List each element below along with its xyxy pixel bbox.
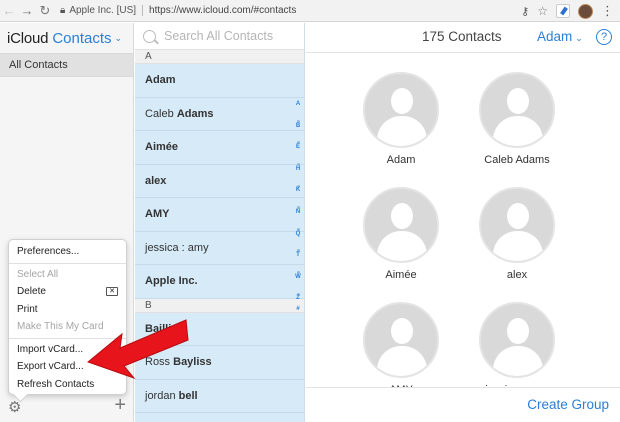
app-header: iCloud Contacts ⌄ (0, 23, 133, 53)
menu-item-print[interactable]: Print (9, 301, 126, 319)
add-icon[interactable]: + (114, 394, 126, 417)
extension-icon[interactable] (556, 4, 570, 18)
chevron-down-icon: ⌄ (575, 33, 583, 43)
contact-first-name: Aimée (145, 141, 179, 153)
menu-item-preferences[interactable]: Preferences... (9, 243, 126, 261)
contact-card-name: Caleb Adams (484, 154, 550, 166)
index-dot[interactable] (292, 218, 304, 231)
index-letter[interactable]: K (292, 185, 304, 196)
avatar-placeholder-icon (363, 187, 439, 263)
delete-key-icon: ✕ (106, 287, 118, 296)
contact-count: 175 Contacts (422, 29, 502, 44)
contact-card[interactable]: AMY (341, 302, 461, 387)
browser-actions: ⚷ ☆ ⋮ (521, 3, 614, 19)
contact-card-name: Adam (386, 154, 416, 166)
site-identity[interactable]: Apple Inc. [US] (69, 5, 136, 16)
avatar-placeholder-icon (363, 72, 439, 148)
star-icon[interactable]: ☆ (537, 4, 548, 18)
avatar-placeholder-icon (479, 187, 555, 263)
contact-first-name: Apple Inc. (145, 275, 198, 287)
contact-card-name: alex (506, 269, 528, 281)
browser-toolbar: ← → ↻ 🔒︎ Apple Inc. [US] https://www.icl… (0, 0, 620, 22)
index-dot[interactable] (292, 261, 304, 274)
alphabet-index[interactable]: A B E H K N Q T W Z # (292, 99, 304, 315)
user-name: Adam (537, 29, 573, 44)
contact-row[interactable]: jessica : amy (135, 232, 304, 265)
index-dot[interactable] (292, 283, 304, 296)
menu-item-delete[interactable]: Delete ✕ (9, 283, 126, 301)
key-icon[interactable]: ⚷ (521, 5, 529, 18)
contact-first-name: alex (145, 174, 167, 187)
address-bar[interactable]: https://www.icloud.com/#contacts (149, 5, 296, 16)
chevron-down-icon[interactable]: ⌄ (115, 33, 123, 44)
menu-divider (9, 262, 126, 264)
contact-last-name: Adams (176, 107, 214, 120)
index-letter[interactable]: Z (292, 293, 304, 304)
contact-row[interactable]: Apple Inc. (135, 265, 304, 299)
contact-row[interactable]: AMY (135, 198, 304, 232)
contact-row[interactable]: Caleb Adams (135, 98, 304, 131)
create-group-button[interactable]: Create Group (527, 397, 609, 412)
contact-first-name: jessica : amy (145, 241, 209, 254)
contact-row[interactable]: Aimée (135, 131, 304, 165)
contact-row[interactable]: Adam (135, 64, 304, 98)
group-all-contacts[interactable]: All Contacts (0, 53, 133, 77)
detail-pane: 175 Contacts Adam ⌄ ? Adam Caleb Adams Aimé… (306, 23, 620, 422)
avatar-placeholder-icon (479, 302, 555, 378)
index-letter[interactable]: H (292, 164, 304, 175)
index-dot[interactable] (292, 196, 304, 210)
section-header: B (135, 298, 304, 313)
index-dot[interactable] (292, 239, 304, 253)
index-letter[interactable]: N (292, 207, 304, 218)
index-dot[interactable] (292, 131, 304, 145)
search-input[interactable] (164, 29, 294, 43)
annotation-arrow-icon (86, 319, 189, 380)
forward-arrow-icon[interactable]: → (18, 0, 36, 22)
menu-item-delete-label: Delete (17, 286, 46, 297)
contact-first-name: Caleb (145, 107, 174, 120)
reload-icon[interactable]: ↻ (36, 0, 54, 22)
detail-header: 175 Contacts Adam ⌄ ? (306, 23, 620, 53)
search-icon (143, 29, 156, 43)
menu-item-select-all: Select All (17, 268, 59, 280)
index-letter[interactable]: Q (292, 229, 304, 240)
user-menu[interactable]: Adam ⌄ (537, 29, 583, 44)
search-bar (135, 23, 304, 50)
profile-avatar-icon[interactable] (578, 3, 593, 19)
more-vert-icon[interactable]: ⋮ (601, 3, 614, 19)
index-dot[interactable] (292, 175, 304, 188)
brand-label: iCloud (7, 29, 49, 47)
contact-card[interactable]: Adam (341, 72, 461, 166)
index-letter[interactable]: A (292, 99, 304, 110)
app-switcher[interactable]: Contacts (52, 30, 111, 47)
contact-card[interactable]: alex (457, 187, 577, 281)
index-letter[interactable]: E (292, 142, 304, 153)
index-letter[interactable]: W (292, 272, 304, 283)
contact-card[interactable]: Caleb Adams (457, 72, 577, 166)
contact-first-name: AMY (145, 208, 170, 220)
section-header: A (135, 50, 304, 64)
avatar-placeholder-icon (479, 72, 555, 148)
help-icon[interactable]: ? (596, 29, 612, 45)
index-letter[interactable]: B (292, 121, 304, 132)
contact-card-name: Aimée (385, 269, 417, 281)
lock-icon: 🔒︎ (60, 5, 66, 16)
index-letter[interactable]: T (292, 250, 304, 261)
back-arrow-icon[interactable]: ← (0, 0, 18, 22)
index-dot[interactable] (292, 110, 304, 123)
avatar-placeholder-icon (363, 302, 439, 378)
contact-card[interactable]: jessica : amy (457, 302, 577, 387)
url-separator (142, 5, 144, 16)
index-dot[interactable] (292, 153, 304, 166)
contact-row[interactable]: alex (135, 165, 304, 198)
index-letter[interactable]: # (292, 304, 304, 315)
contact-first-name: Adam (145, 74, 176, 86)
contact-card[interactable]: Aimée (341, 187, 461, 281)
contact-card-grid: Adam Caleb Adams Aimée alex AMYjessica : amy (306, 54, 620, 387)
detail-footer: Create Group (306, 387, 620, 422)
